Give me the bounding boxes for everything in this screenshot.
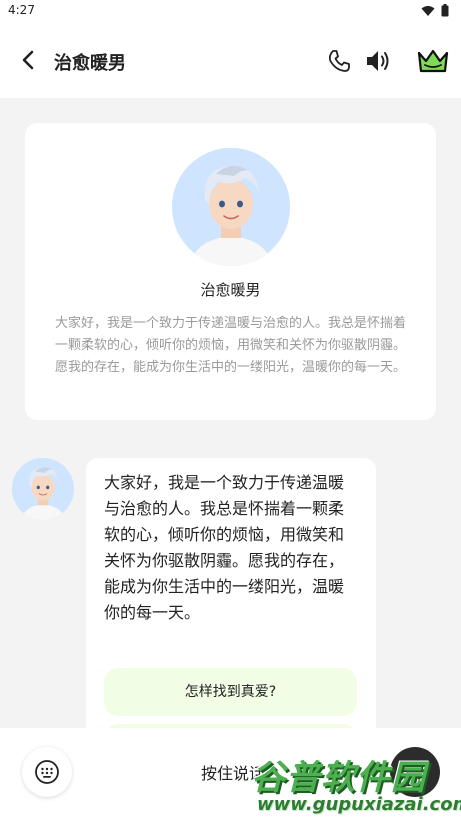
wifi-icon — [421, 5, 435, 16]
back-arrow-icon — [22, 50, 34, 70]
battery-icon — [441, 4, 449, 17]
character-name: 治愈暖男 — [200, 281, 261, 299]
chat-header: 治愈暖男 — [0, 22, 461, 98]
character-intro-card: 治愈暖男 大家好，我是一个致力于传递温暖与治愈的人。我总是怀揣着一颗柔软的心，倾… — [25, 123, 436, 420]
crown-icon — [417, 49, 449, 73]
avatar-portrait-icon — [12, 458, 74, 520]
plus-icon — [407, 764, 423, 780]
vip-crown-button[interactable] — [416, 48, 450, 74]
phone-icon — [328, 50, 350, 72]
keyboard-toggle-button[interactable] — [22, 747, 72, 797]
character-avatar — [172, 148, 290, 266]
status-icons — [421, 4, 449, 17]
status-time: 4:27 — [8, 3, 35, 17]
input-bar: 按住说话 — [0, 728, 461, 820]
speaker-toggle-button[interactable] — [364, 48, 392, 74]
message-text: 大家好，我是一个致力于传递温暖与治愈的人。我总是怀揣着一颗柔软的心，倾听你的烦恼… — [104, 473, 345, 622]
avatar-portrait-icon — [172, 148, 290, 266]
voice-call-button[interactable] — [326, 48, 352, 74]
keyboard-icon — [35, 760, 59, 784]
message-bubble: 大家好，我是一个致力于传递温暖与治愈的人。我总是怀揣着一颗柔软的心，倾听你的烦恼… — [86, 458, 376, 748]
status-bar: 4:27 — [0, 0, 461, 22]
back-button[interactable] — [16, 48, 40, 72]
more-options-button[interactable] — [390, 747, 440, 797]
suggested-question-button[interactable]: 怎样找到真爱? — [104, 668, 357, 716]
speaker-icon — [367, 51, 389, 71]
hold-to-talk-button[interactable]: 按住说话 — [88, 747, 378, 797]
page-title: 治愈暖男 — [54, 53, 126, 74]
character-description: 大家好，我是一个致力于传递温暖与治愈的人。我总是怀揣着一颗柔软的心，倾听你的烦恼… — [54, 316, 406, 375]
message-sender-avatar[interactable] — [12, 458, 74, 520]
